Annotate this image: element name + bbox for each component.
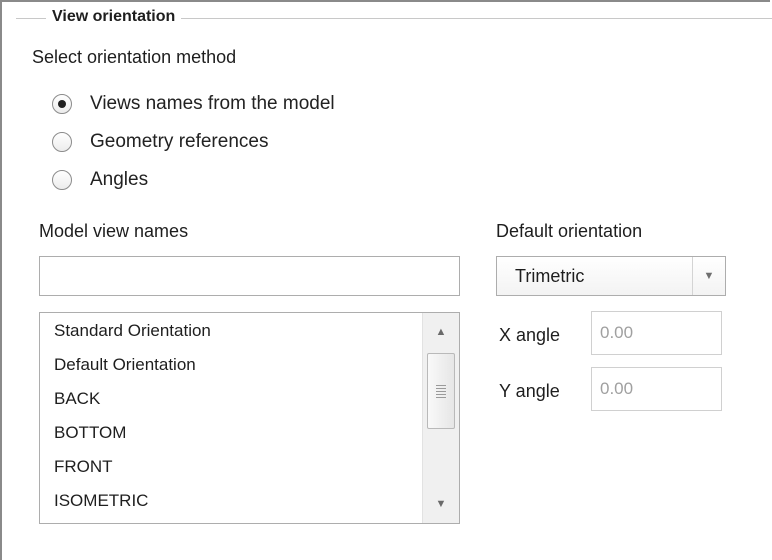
triangle-down-icon[interactable]: ▼ — [424, 487, 458, 521]
list-item[interactable]: Default Orientation — [54, 355, 196, 375]
orientation-method-label: Select orientation method — [32, 47, 237, 67]
default-orientation-select[interactable]: Trimetric ▼ — [496, 256, 726, 296]
group-title: View orientation — [46, 8, 182, 26]
model-view-names-label: Model view names — [39, 221, 189, 241]
view-orientation-panel: View orientation Select orientation meth… — [0, 0, 772, 560]
default-orientation-label: Default orientation — [496, 221, 643, 241]
radio-selected-dot — [58, 100, 66, 108]
radio-button[interactable] — [52, 132, 72, 152]
x-angle-input[interactable] — [591, 311, 722, 355]
scrollbar-thumb[interactable] — [427, 353, 455, 429]
y-angle-label: Y angle — [499, 381, 560, 401]
y-angle-input[interactable] — [591, 367, 722, 411]
radio-button[interactable] — [52, 170, 72, 190]
radio-angles[interactable]: Angles — [52, 169, 148, 191]
triangle-up-icon[interactable]: ▲ — [424, 315, 458, 349]
list-item[interactable]: BOTTOM — [54, 423, 126, 443]
triangle-down-icon[interactable]: ▼ — [692, 257, 725, 295]
list-item[interactable]: FRONT — [54, 457, 113, 477]
list-item[interactable]: Standard Orientation — [54, 321, 211, 341]
model-view-search-input[interactable] — [39, 256, 460, 296]
radio-views-names[interactable]: Views names from the model — [52, 93, 335, 115]
radio-label: Views names from the model — [90, 93, 335, 114]
select-value: Trimetric — [515, 266, 585, 286]
radio-label: Angles — [90, 169, 149, 190]
x-angle-label: X angle — [499, 325, 561, 345]
radio-geometry-references[interactable]: Geometry references — [52, 131, 268, 153]
list-item[interactable]: ISOMETRIC — [54, 491, 148, 511]
grip-icon — [436, 383, 446, 400]
model-view-list[interactable]: Standard Orientation Default Orientation… — [39, 312, 460, 524]
list-item[interactable]: BACK — [54, 389, 100, 409]
list-scrollbar[interactable]: ▲ ▼ — [422, 313, 459, 523]
radio-button[interactable] — [52, 94, 72, 114]
radio-label: Geometry references — [90, 131, 269, 152]
